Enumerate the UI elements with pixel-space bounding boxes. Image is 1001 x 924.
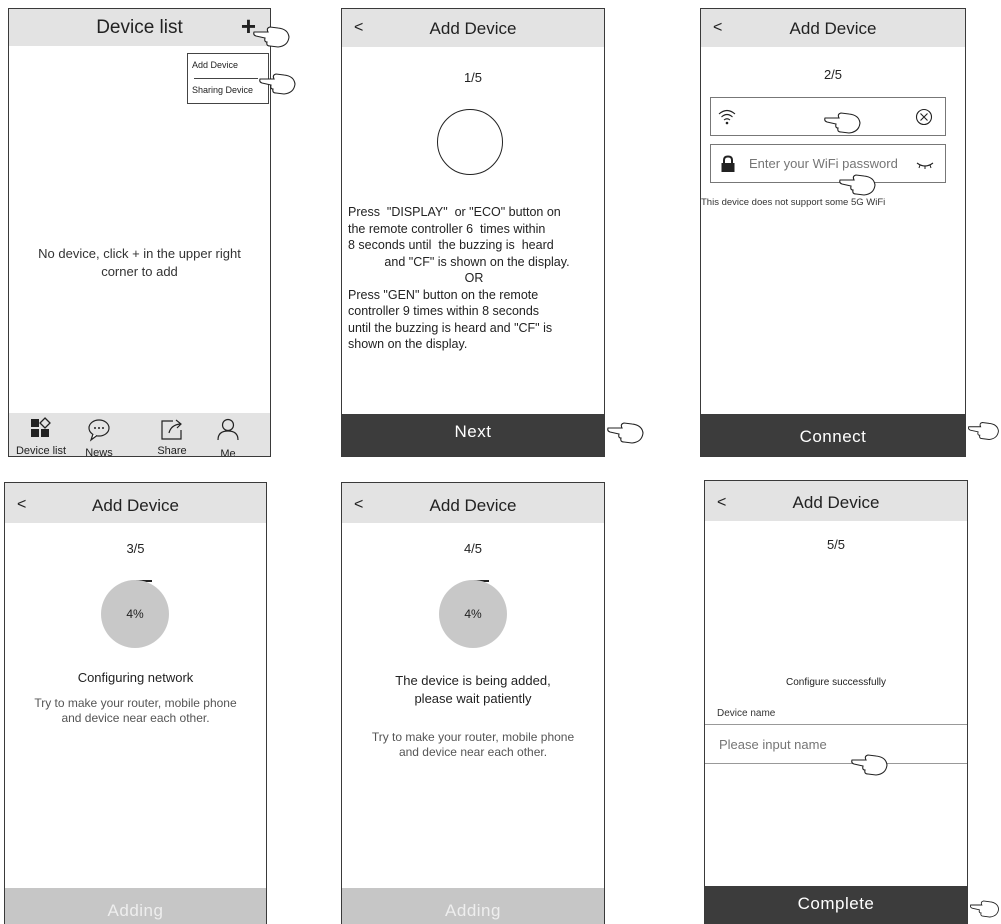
screen-add-device-step4: < Add Device 4/5 4% The device is being …: [341, 482, 605, 924]
complete-button[interactable]: Complete: [705, 886, 967, 924]
page-title: Add Device: [429, 19, 517, 38]
device-name-input[interactable]: [717, 736, 951, 753]
add-menu: Add Device Sharing Device: [187, 53, 269, 104]
status-line: The device is being added,: [395, 673, 551, 688]
device-name-label: Device name: [717, 708, 776, 719]
instruction-line: Press "GEN" button on the remote: [348, 287, 539, 302]
tab-label: Me: [220, 448, 236, 457]
hide-password-icon[interactable]: [915, 160, 935, 170]
progress-percent: 4%: [464, 607, 482, 621]
pointer-hand-icon: [968, 422, 999, 440]
empty-message: No device, click + in the upper right co…: [38, 246, 241, 279]
tab-device-list[interactable]: Device list: [11, 413, 71, 457]
instruction-line: Press "DISPLAY" or "ECO" button on: [348, 205, 561, 219]
adding-button: Adding: [342, 888, 604, 924]
progress-circle: 4%: [101, 580, 169, 648]
header: < Add Device: [342, 483, 604, 523]
status-text: Configuring network: [77, 670, 194, 685]
header: < Add Device: [5, 483, 266, 523]
device-list-icon: [31, 417, 51, 437]
status-text: Configure successfully: [785, 677, 887, 688]
hint-line: and device near each other.: [398, 745, 548, 759]
header: Device list +: [9, 9, 270, 46]
instruction-line: shown on the display.: [348, 337, 468, 351]
menu-item-sharing-device[interactable]: Sharing Device: [192, 85, 253, 95]
pointer-hand-icon: [969, 900, 1000, 918]
screen-add-device-step2: < Add Device 2/5 This device does not su…: [700, 8, 966, 457]
progress-circle: 4%: [439, 580, 507, 648]
header: < Add Device: [701, 9, 965, 47]
menu-divider: [194, 78, 258, 79]
pointer-hand-icon: [824, 112, 861, 134]
hint-line: and device near each other.: [61, 711, 210, 725]
screen-add-device-step5: < Add Device 5/5 Configure successfully …: [704, 480, 968, 924]
tab-label: Device list: [15, 445, 67, 457]
step-indicator: 5/5: [826, 537, 846, 552]
tab-label: News: [85, 447, 113, 457]
remote-illustration: [437, 109, 503, 175]
status-line: please wait patiently: [414, 691, 532, 706]
tab-me[interactable]: Me: [198, 413, 258, 457]
tab-news[interactable]: News: [69, 413, 129, 457]
instruction-line: until the buzzing is heard and "CF" is: [348, 320, 553, 335]
instruction-line: controller 9 times within 8 seconds: [348, 304, 540, 318]
page-title: Add Device: [92, 496, 179, 515]
step-indicator: 3/5: [126, 541, 145, 556]
wifi-password-field[interactable]: [710, 144, 946, 183]
pointer-hand-icon: [851, 754, 888, 776]
instruction-line: the remote controller 6 times within: [348, 221, 546, 236]
hint-line: Try to make your router, mobile phone: [371, 730, 575, 744]
share-icon: [161, 419, 182, 440]
step-indicator: 4/5: [463, 541, 483, 556]
device-name-field[interactable]: [705, 724, 967, 764]
tab-bar: Device list News Share Me: [9, 413, 270, 457]
5g-note: This device does not support some 5G WiF…: [701, 197, 886, 208]
instruction-line: and "CF" is shown on the display.: [384, 254, 570, 269]
pointer-hand-icon: [259, 73, 296, 95]
news-icon: [88, 419, 110, 442]
status-text: The device is being added, please wait p…: [342, 672, 604, 708]
menu-item-add-device[interactable]: Add Device: [192, 60, 238, 70]
step-indicator: 1/5: [463, 70, 483, 85]
step-indicator: 2/5: [823, 67, 843, 82]
next-button[interactable]: Next: [342, 414, 604, 456]
page-title: Add Device: [789, 19, 877, 38]
pointer-hand-icon: [839, 174, 876, 196]
wifi-password-input[interactable]: [747, 155, 909, 172]
pointer-hand-icon: [607, 422, 644, 444]
instruction-line: 8 seconds until the buzzing is heard: [348, 238, 554, 252]
hint-text: Try to make your router, mobile phone an…: [342, 730, 604, 760]
page-title: Add Device: [792, 493, 880, 512]
progress-percent: 4%: [126, 607, 144, 621]
page-title: Device list: [96, 17, 183, 38]
pointer-hand-icon: [253, 26, 290, 48]
adding-button: Adding: [5, 888, 266, 924]
instructions: Press "DISPLAY" or "ECO" button on the r…: [342, 204, 604, 353]
instruction-line: OR: [464, 271, 484, 285]
screen-add-device-step3: < Add Device 3/5 4% Configuring network …: [4, 482, 267, 924]
tab-label: Share: [157, 445, 187, 457]
header: < Add Device: [342, 9, 604, 47]
connect-button[interactable]: Connect: [701, 414, 965, 456]
hint-text: Try to make your router, mobile phone an…: [5, 696, 266, 726]
screen-device-list: Device list + Add Device Sharing Device …: [8, 8, 271, 457]
page-title: Add Device: [429, 496, 517, 515]
hint-line: Try to make your router, mobile phone: [34, 696, 237, 710]
header: < Add Device: [705, 481, 967, 521]
wifi-icon: [718, 109, 736, 125]
clear-icon[interactable]: [915, 108, 933, 126]
me-icon: [217, 418, 239, 441]
screen-add-device-step1: < Add Device 1/5 Press "DISPLAY" or "ECO…: [341, 8, 605, 457]
lock-icon: [721, 155, 735, 172]
tab-share[interactable]: Share: [142, 413, 202, 457]
